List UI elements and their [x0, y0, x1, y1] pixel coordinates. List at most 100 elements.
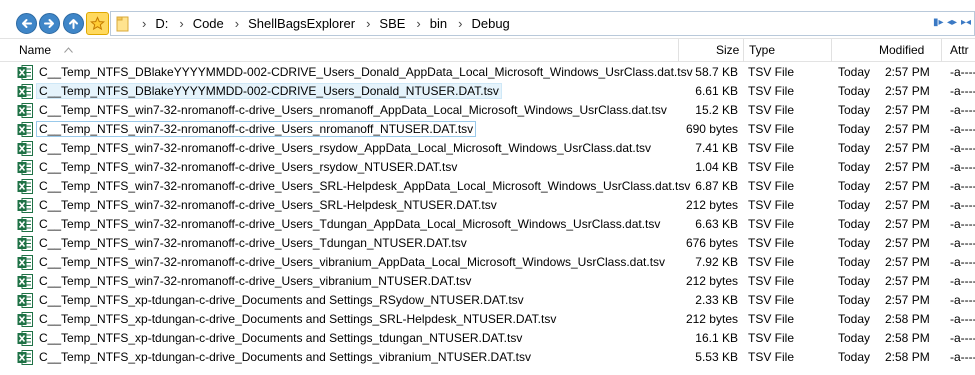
column-header-type[interactable]: Type — [749, 43, 775, 57]
arrow-right-icon — [44, 19, 54, 28]
column-header-attributes[interactable]: Attr — [950, 43, 969, 57]
file-attributes: -a---- — [950, 103, 975, 117]
pane-toggle-icon[interactable]: ▮▸ — [933, 18, 944, 28]
breadcrumb-code[interactable]: Code — [193, 16, 224, 31]
file-attributes: -a---- — [950, 293, 975, 307]
forward-button[interactable] — [39, 13, 60, 34]
file-type: TSV File — [748, 350, 795, 364]
file-attributes: -a---- — [950, 350, 975, 364]
excel-file-icon — [17, 331, 33, 346]
file-modified-time: 2:57 PM — [885, 217, 930, 231]
excel-file-icon — [17, 198, 33, 213]
file-name[interactable]: C__Temp_NTFS_win7-32-nromanoff-c-drive_U… — [37, 160, 459, 174]
file-attributes: -a---- — [950, 160, 975, 174]
breadcrumb-separator[interactable]: › — [142, 16, 146, 31]
back-button[interactable] — [16, 13, 37, 34]
file-row[interactable]: C__Temp_NTFS_win7-32-nromanoff-c-drive_U… — [0, 101, 975, 120]
file-row[interactable]: C__Temp_NTFS_win7-32-nromanoff-c-drive_U… — [0, 139, 975, 158]
file-row[interactable]: C__Temp_NTFS_win7-32-nromanoff-c-drive_U… — [0, 253, 975, 272]
file-row[interactable]: C__Temp_NTFS_xp-tdungan-c-drive_Document… — [0, 291, 975, 310]
excel-file-icon — [17, 84, 33, 99]
file-name[interactable]: C__Temp_NTFS_win7-32-nromanoff-c-drive_U… — [37, 217, 662, 231]
collapse-icon[interactable]: ▸◂ — [961, 18, 971, 28]
file-type: TSV File — [748, 141, 795, 155]
file-modified-day: Today — [838, 331, 871, 345]
breadcrumb-separator[interactable]: › — [458, 16, 462, 31]
breadcrumb-separator[interactable]: › — [235, 16, 239, 31]
file-name[interactable]: C__Temp_NTFS_xp-tdungan-c-drive_Document… — [37, 331, 524, 345]
file-type: TSV File — [748, 217, 795, 231]
file-size: 7.41 KB — [695, 141, 738, 155]
file-size: 7.92 KB — [695, 255, 738, 269]
column-header-name[interactable]: Name — [19, 43, 51, 57]
breadcrumb-bin[interactable]: bin — [430, 16, 447, 31]
column-divider[interactable] — [678, 39, 679, 62]
excel-file-icon — [17, 312, 33, 327]
file-modified-time: 2:57 PM — [885, 84, 930, 98]
file-row[interactable]: C__Temp_NTFS_win7-32-nromanoff-c-drive_U… — [0, 272, 975, 291]
file-attributes: -a---- — [950, 331, 975, 345]
file-name[interactable]: C__Temp_NTFS_DBlakeYYYYMMDD-002-CDRIVE_U… — [37, 65, 695, 79]
file-name[interactable]: C__Temp_NTFS_xp-tdungan-c-drive_Document… — [37, 293, 526, 307]
excel-file-icon — [17, 255, 33, 270]
file-size: 212 bytes — [685, 312, 738, 326]
file-attributes: -a---- — [950, 312, 975, 326]
column-header-size[interactable]: Size — [716, 43, 739, 57]
file-attributes: -a---- — [950, 236, 975, 250]
column-header-modified[interactable]: Modified — [879, 43, 924, 57]
excel-file-icon — [17, 179, 33, 194]
address-bar[interactable]: › D: › Code › ShellBagsExplorer › SBE › … — [110, 11, 975, 36]
file-type: TSV File — [748, 331, 795, 345]
file-name[interactable]: C__Temp_NTFS_win7-32-nromanoff-c-drive_U… — [37, 103, 669, 117]
file-name[interactable]: C__Temp_NTFS_win7-32-nromanoff-c-drive_U… — [37, 141, 653, 155]
file-attributes: -a---- — [950, 179, 975, 193]
breadcrumb-sbe[interactable]: SBE — [379, 16, 405, 31]
file-row[interactable]: C__Temp_NTFS_win7-32-nromanoff-c-drive_U… — [0, 234, 975, 253]
breadcrumb-separator[interactable]: › — [179, 16, 183, 31]
breadcrumb-shellbagsexplorer[interactable]: ShellBagsExplorer — [248, 16, 355, 31]
file-row[interactable]: C__Temp_NTFS_DBlakeYYYYMMDD-002-CDRIVE_U… — [0, 82, 975, 101]
file-row[interactable]: C__Temp_NTFS_win7-32-nromanoff-c-drive_U… — [0, 158, 975, 177]
expand-icon[interactable]: ◂▸ — [947, 18, 957, 28]
file-name[interactable]: C__Temp_NTFS_win7-32-nromanoff-c-drive_U… — [37, 236, 469, 250]
file-row[interactable]: C__Temp_NTFS_xp-tdungan-c-drive_Document… — [0, 348, 975, 367]
breadcrumb-separator[interactable]: › — [366, 16, 370, 31]
file-modified-time: 2:58 PM — [885, 350, 930, 364]
file-name[interactable]: C__Temp_NTFS_win7-32-nromanoff-c-drive_U… — [37, 274, 473, 288]
folder-icon — [116, 16, 129, 32]
file-size: 15.2 KB — [695, 103, 738, 117]
file-modified-day: Today — [838, 236, 871, 250]
file-name[interactable]: C__Temp_NTFS_win7-32-nromanoff-c-drive_U… — [37, 179, 692, 193]
file-size: 690 bytes — [685, 122, 738, 136]
column-divider[interactable] — [941, 39, 942, 62]
file-size: 1.04 KB — [695, 160, 738, 174]
file-size: 212 bytes — [685, 198, 738, 212]
file-name[interactable]: C__Temp_NTFS_win7-32-nromanoff-c-drive_U… — [35, 121, 477, 137]
file-row[interactable]: C__Temp_NTFS_win7-32-nromanoff-c-drive_U… — [0, 177, 975, 196]
file-modified-day: Today — [838, 179, 871, 193]
file-row[interactable]: C__Temp_NTFS_win7-32-nromanoff-c-drive_U… — [0, 120, 975, 139]
file-row[interactable]: C__Temp_NTFS_xp-tdungan-c-drive_Document… — [0, 310, 975, 329]
file-row[interactable]: C__Temp_NTFS_win7-32-nromanoff-c-drive_U… — [0, 215, 975, 234]
excel-file-icon — [17, 160, 33, 175]
file-name[interactable]: C__Temp_NTFS_xp-tdungan-c-drive_Document… — [37, 312, 558, 326]
column-divider[interactable] — [743, 39, 744, 62]
breadcrumb-drive[interactable]: D: — [155, 16, 168, 31]
up-button[interactable] — [63, 13, 84, 34]
excel-file-icon — [17, 217, 33, 232]
file-row[interactable]: C__Temp_NTFS_win7-32-nromanoff-c-drive_U… — [0, 196, 975, 215]
breadcrumb-separator[interactable]: › — [416, 16, 420, 31]
favorites-button[interactable] — [86, 12, 109, 35]
file-modified-day: Today — [838, 141, 871, 155]
file-row[interactable]: C__Temp_NTFS_xp-tdungan-c-drive_Document… — [0, 329, 975, 348]
file-name[interactable]: C__Temp_NTFS_xp-tdungan-c-drive_Document… — [37, 350, 533, 364]
file-name[interactable]: C__Temp_NTFS_win7-32-nromanoff-c-drive_U… — [37, 198, 499, 212]
file-modified-day: Today — [838, 160, 871, 174]
file-row[interactable]: C__Temp_NTFS_DBlakeYYYYMMDD-002-CDRIVE_U… — [0, 63, 975, 82]
breadcrumb-debug[interactable]: Debug — [471, 16, 509, 31]
file-attributes: -a---- — [950, 255, 975, 269]
file-modified-time: 2:57 PM — [885, 293, 930, 307]
file-name[interactable]: C__Temp_NTFS_DBlakeYYYYMMDD-002-CDRIVE_U… — [36, 83, 502, 99]
file-name[interactable]: C__Temp_NTFS_win7-32-nromanoff-c-drive_U… — [37, 255, 667, 269]
column-divider[interactable] — [831, 39, 832, 62]
